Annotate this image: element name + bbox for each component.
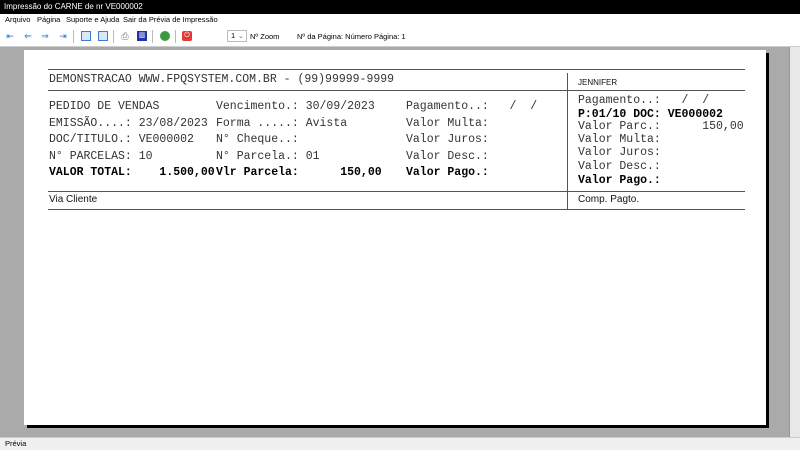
- zoom-select[interactable]: 1 ⌄: [227, 30, 247, 42]
- toolbar: ⇤ ⇐ ⇒ ⇥ ⎙ ▥ ⏻ 1 ⌄ Nº Zoom Nº da Página: N…: [0, 26, 800, 47]
- zoom-label: Nº Zoom: [250, 32, 280, 41]
- field: Valor Pago.:: [406, 166, 489, 179]
- field: N° Cheque..:: [216, 133, 299, 146]
- print-icon[interactable]: ⎙: [120, 31, 130, 41]
- field: Valor Multa:: [406, 117, 489, 130]
- vertical-scrollbar[interactable]: [789, 47, 800, 437]
- field: Valor Multa:: [578, 133, 661, 146]
- prev-page-icon[interactable]: ⇐: [23, 31, 33, 41]
- field: VALOR TOTAL: 1.500,00: [49, 166, 215, 179]
- menu-suporte[interactable]: Suporte e Ajuda: [66, 15, 119, 24]
- field: Pagamento..: / /: [406, 100, 538, 113]
- last-page-icon[interactable]: ⇥: [58, 31, 68, 41]
- field: Forma .....: Avista: [216, 117, 348, 130]
- export-icon[interactable]: [160, 31, 170, 41]
- chevron-down-icon: ⌄: [237, 31, 244, 40]
- footer-right: Comp. Pagto.: [578, 194, 640, 205]
- two-page-icon[interactable]: [98, 31, 108, 41]
- client-name: JENNIFER: [578, 78, 618, 87]
- next-page-icon[interactable]: ⇒: [40, 31, 50, 41]
- save-icon[interactable]: ▥: [137, 31, 147, 41]
- window-title: Impressão do CARNE de nr VE000002: [0, 0, 800, 14]
- header-text: DEMONSTRACAO WWW.FPQSYSTEM.COM.BR - (99)…: [49, 73, 395, 86]
- field: EMISSÃO....: 23/08/2023: [49, 117, 208, 130]
- menu-bar: Arquivo Página Suporte e Ajuda Sair da P…: [0, 14, 800, 26]
- field: PEDIDO DE VENDAS: [49, 100, 160, 113]
- field: N° PARCELAS: 10: [49, 150, 153, 163]
- menu-arquivo[interactable]: Arquivo: [5, 15, 30, 24]
- first-page-icon[interactable]: ⇤: [5, 31, 15, 41]
- footer-left: Via Cliente: [49, 194, 98, 205]
- field: DOC/TITULO.: VE000002: [49, 133, 194, 146]
- field: Vlr Parcela: 150,00: [216, 166, 382, 179]
- field: Valor Juros:: [578, 146, 661, 159]
- field: N° Parcela.: 01: [216, 150, 320, 163]
- field: Valor Desc.:: [406, 150, 489, 163]
- field: Valor Parc.: 150,00: [578, 120, 744, 133]
- field: Valor Desc.:: [578, 160, 661, 173]
- field: Pagamento..: / /: [578, 94, 710, 107]
- field: Valor Pago.:: [578, 174, 661, 187]
- field: Vencimento.: 30/09/2023: [216, 100, 375, 113]
- menu-pagina[interactable]: Página: [37, 15, 60, 24]
- close-icon[interactable]: ⏻: [182, 31, 192, 41]
- status-bar: Prévia: [0, 437, 800, 450]
- menu-sair[interactable]: Sair da Prévia de Impressão: [123, 15, 218, 24]
- field: Valor Juros:: [406, 133, 489, 146]
- page-label: Nº da Página: Número Página: 1: [297, 32, 406, 41]
- zoom-value: 1: [231, 31, 236, 40]
- single-page-icon[interactable]: [81, 31, 91, 41]
